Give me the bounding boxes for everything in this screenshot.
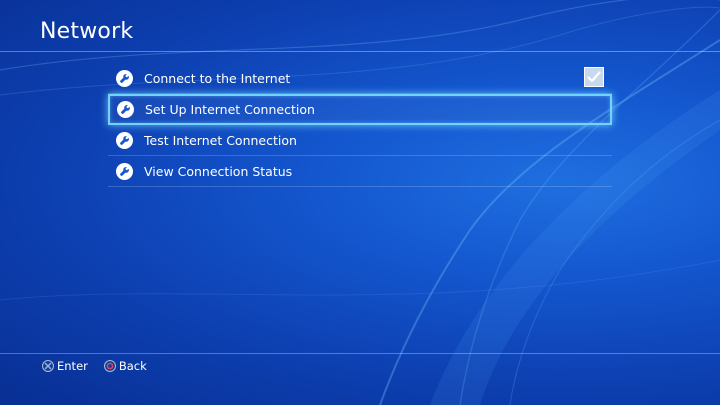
back-label: Back bbox=[118, 359, 147, 373]
enter-label: Enter bbox=[57, 359, 88, 373]
enter-hint[interactable]: Enter bbox=[42, 359, 88, 373]
menu-item-view-connection-status[interactable]: View Connection Status bbox=[108, 156, 612, 187]
checkbox[interactable] bbox=[584, 67, 604, 87]
menu-item-set-up-internet-connection[interactable]: Set Up Internet Connection bbox=[108, 94, 612, 125]
button-hints: Enter Back bbox=[42, 359, 163, 373]
background-waves bbox=[0, 0, 720, 405]
circle-button-icon bbox=[103, 360, 116, 372]
header-divider bbox=[0, 51, 720, 52]
wrench-icon bbox=[117, 101, 134, 118]
cross-button-icon bbox=[42, 360, 54, 372]
menu-item-connect-to-internet[interactable]: Connect to the Internet bbox=[108, 63, 612, 94]
menu-item-label: Connect to the Internet bbox=[144, 70, 291, 86]
back-hint[interactable]: Back bbox=[103, 359, 147, 373]
menu-item-label: Set Up Internet Connection bbox=[145, 102, 315, 117]
menu-item-test-internet-connection[interactable]: Test Internet Connection bbox=[108, 125, 612, 156]
network-menu: Connect to the Internet Set Up Internet … bbox=[108, 63, 612, 187]
footer-divider bbox=[0, 353, 720, 354]
menu-item-label: Test Internet Connection bbox=[144, 132, 297, 148]
wrench-icon bbox=[116, 162, 133, 180]
wrench-icon bbox=[116, 69, 133, 87]
checkmark-icon bbox=[587, 71, 601, 83]
page-title: Network bbox=[40, 19, 134, 44]
menu-item-label: View Connection Status bbox=[144, 163, 293, 179]
wrench-icon bbox=[116, 131, 133, 149]
